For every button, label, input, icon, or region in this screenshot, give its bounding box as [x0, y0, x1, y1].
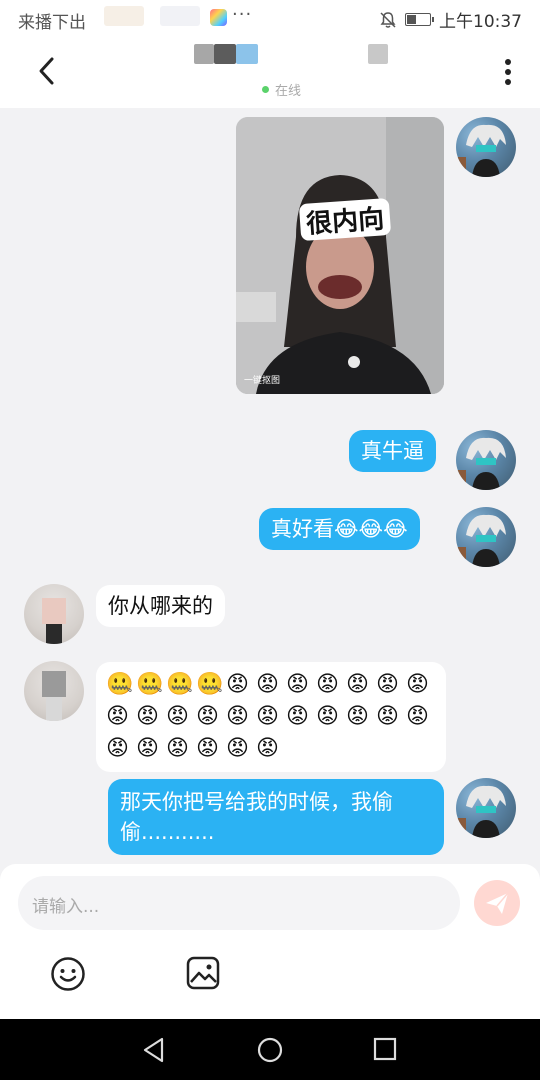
- chevron-left-icon[interactable]: [36, 56, 58, 86]
- message-list[interactable]: 很内向 一键抠图 真牛逼 真好看😂😂😂 你从哪来的 🤐 🤐 🤐 🤐 😡 😡 😡 …: [0, 108, 540, 864]
- presence-indicator: 在线: [262, 80, 301, 99]
- presence-label: 在线: [275, 84, 302, 99]
- image-icon[interactable]: [186, 956, 220, 990]
- send-button[interactable]: [474, 880, 520, 926]
- message-input[interactable]: 请输入...: [18, 876, 460, 930]
- emoji-item: 😡: [376, 704, 399, 729]
- status-left-text: 来播下出: [18, 13, 86, 33]
- avatar-image: [42, 598, 66, 644]
- photo-watermark: 一键抠图: [244, 376, 281, 386]
- emoji-item: 😡: [106, 736, 129, 761]
- battery-icon: [405, 13, 434, 26]
- status-time: 上午10:37: [439, 12, 522, 32]
- emoji-item: 😡: [226, 672, 249, 697]
- emoji-item: 😡: [286, 672, 309, 697]
- emoji-item: 😡: [106, 704, 129, 729]
- emoji-item: 😡: [136, 736, 159, 761]
- composer: 请输入...: [0, 864, 540, 1019]
- contact-name-blur: [194, 44, 214, 64]
- emoji-item: 😡: [316, 672, 339, 697]
- photo-content: [236, 117, 444, 394]
- square-recents-icon[interactable]: [373, 1037, 397, 1061]
- my-message-bubble[interactable]: 真牛逼: [349, 430, 436, 472]
- my-message-bubble[interactable]: 那天你把号给我的时候，我偷偷...........: [108, 779, 444, 855]
- emoji-item: 😡: [346, 704, 369, 729]
- emoji-item: 😡: [196, 736, 219, 761]
- status-blur-2: [160, 6, 200, 26]
- circle-home-icon[interactable]: [257, 1037, 283, 1063]
- emoji-item: 😡: [256, 672, 279, 697]
- status-bar: 来播下出 ··· 上午10:37: [0, 0, 540, 36]
- chat-header: 在线: [0, 36, 540, 108]
- my-message-bubble[interactable]: 真好看😂😂😂: [259, 508, 420, 550]
- more-notifications-icon: ···: [232, 4, 253, 25]
- contact-message-bubble[interactable]: 你从哪来的: [96, 585, 225, 627]
- emoji-item: 😡: [166, 736, 189, 761]
- emoji-item: 😡: [406, 704, 429, 729]
- system-navigation-bar: [0, 1019, 540, 1080]
- emoji-item: 🤐: [166, 672, 194, 697]
- contact-avatar[interactable]: [24, 661, 84, 721]
- emoji-item: 😡: [256, 704, 279, 729]
- avatar-image: [456, 785, 506, 838]
- emoji-item: 😡: [166, 704, 189, 729]
- emoji-item: 😡: [346, 672, 369, 697]
- sticker-text: 很内向: [298, 197, 392, 242]
- my-avatar[interactable]: [456, 430, 516, 490]
- emoji-item: 😡: [226, 704, 249, 729]
- contact-avatar[interactable]: [24, 584, 84, 644]
- emoji-item: 😡: [136, 704, 159, 729]
- send-icon: [486, 892, 509, 914]
- status-blur-1: [104, 6, 144, 26]
- triangle-back-icon[interactable]: [142, 1037, 166, 1063]
- emoji-item: 😡: [286, 704, 309, 729]
- contact-name-blur: [214, 44, 236, 64]
- smiley-icon[interactable]: [50, 956, 86, 992]
- emoji-item: 🤐: [136, 672, 164, 697]
- emoji-item: 🤐: [106, 672, 134, 697]
- more-vertical-icon[interactable]: [504, 58, 512, 86]
- emoji-item: 🤐: [196, 672, 224, 697]
- avatar-image: [456, 514, 506, 567]
- mute-icon: [380, 11, 396, 28]
- avatar-image: [456, 124, 506, 177]
- contact-emoji-bubble[interactable]: 🤐 🤐 🤐 🤐 😡 😡 😡 😡 😡 😡 😡 😡 😡 😡 😡 😡 😡 😡 😡 😡 😡 😡 😡 😡 😡 😡 😡 😡: [96, 662, 446, 772]
- online-dot-icon: [262, 86, 269, 93]
- emoji-grid: 🤐 🤐 🤐 🤐 😡 😡 😡 😡 😡 😡 😡 😡 😡 😡 😡 😡 😡 😡 😡 😡 😡 😡 😡 😡 😡 😡 😡 😡: [106, 670, 436, 764]
- my-avatar[interactable]: [456, 778, 516, 838]
- my-avatar[interactable]: [456, 507, 516, 567]
- emoji-item: 😡: [316, 704, 339, 729]
- image-message[interactable]: 很内向 一键抠图: [236, 117, 444, 394]
- avatar-image: [42, 671, 66, 721]
- avatar-image: [456, 437, 506, 490]
- my-avatar[interactable]: [456, 117, 516, 177]
- emoji-item: 😡: [196, 704, 219, 729]
- contact-name-blur: [368, 44, 388, 64]
- contact-name-blur: [236, 44, 258, 64]
- emoji-item: 😡: [376, 672, 399, 697]
- emoji-item: 😡: [256, 736, 279, 761]
- app-notification-icon: [210, 9, 227, 26]
- emoji-item: 😡: [406, 672, 429, 697]
- emoji-item: 😡: [226, 736, 249, 761]
